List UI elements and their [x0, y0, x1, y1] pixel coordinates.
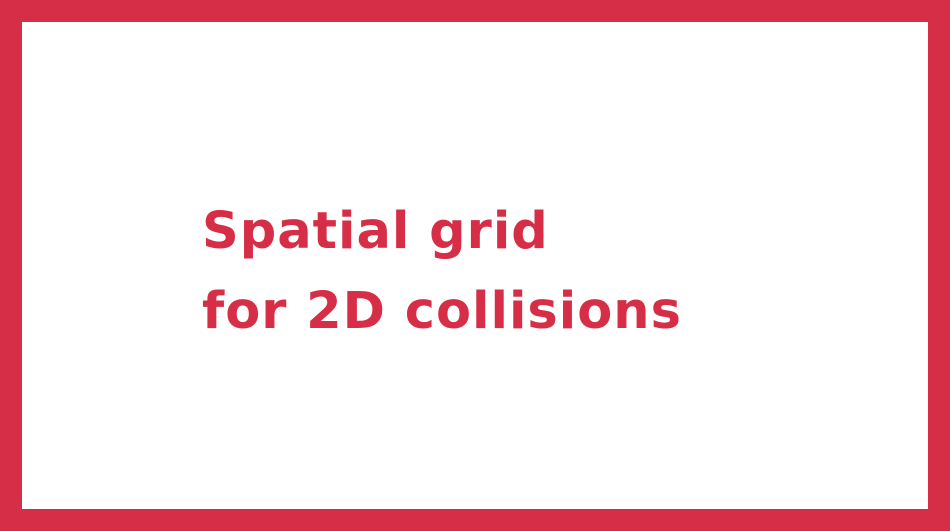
- slide-title: Spatial grid for 2D collisions: [202, 192, 682, 352]
- title-line-2: for 2D collisions: [202, 282, 682, 341]
- slide-frame: Spatial grid for 2D collisions: [0, 0, 950, 531]
- title-line-1: Spatial grid: [202, 202, 549, 261]
